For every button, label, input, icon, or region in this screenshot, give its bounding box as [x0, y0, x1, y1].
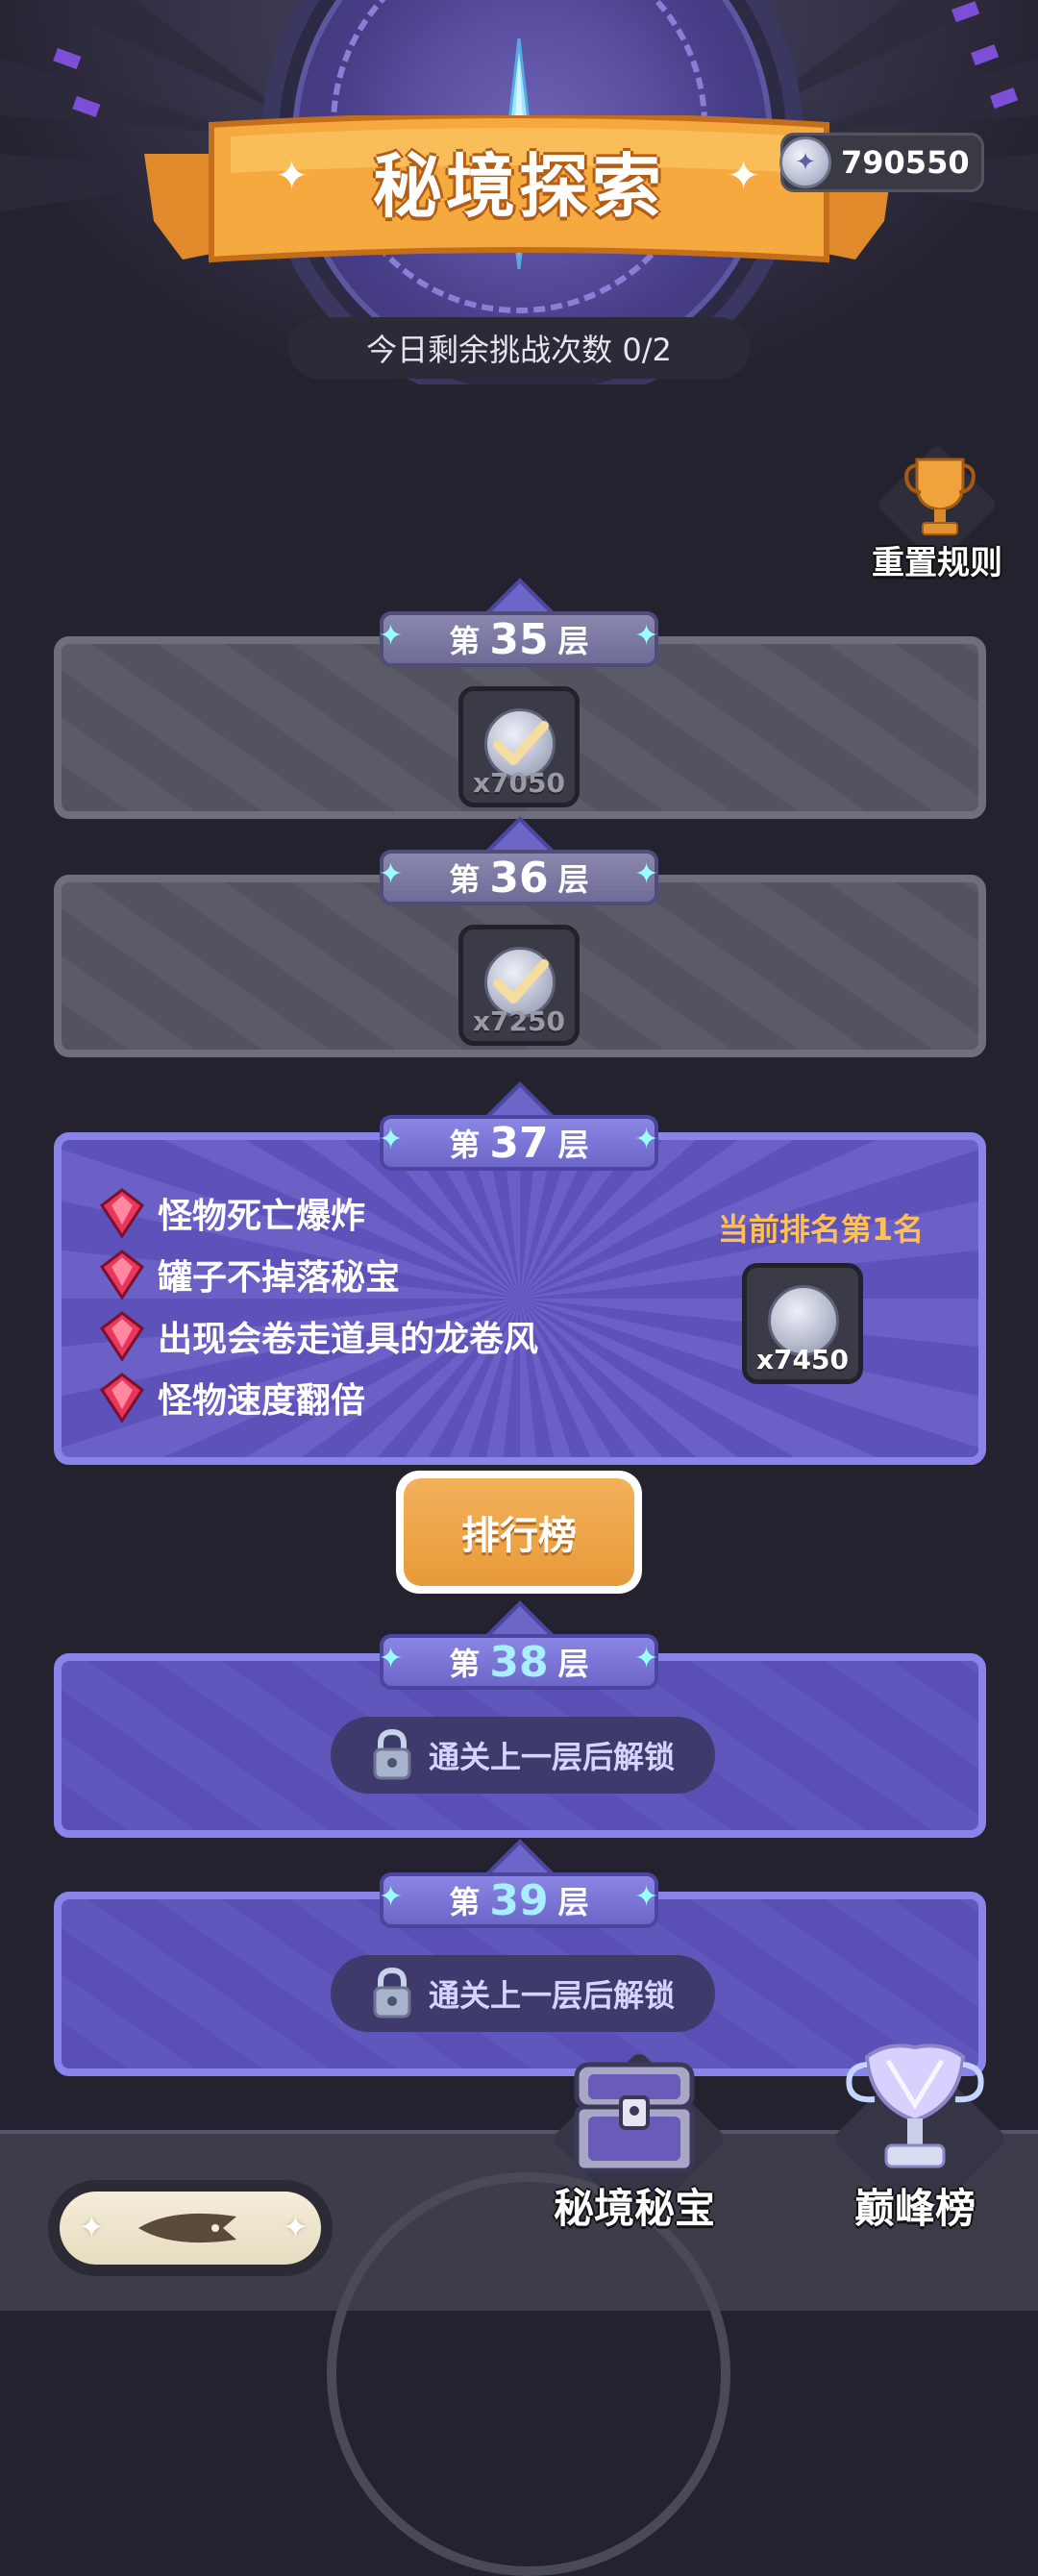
reward-quantity: x7050	[473, 767, 565, 799]
modifier-item: 罐子不掉落秘宝	[100, 1250, 400, 1300]
sparkle-icon: ✦	[634, 857, 659, 891]
reward-slot[interactable]: x7050	[458, 686, 580, 807]
floor-label-37: 第 37 层	[380, 1115, 658, 1171]
red-gem-icon	[100, 1373, 144, 1423]
sparkle-icon: ✦	[275, 152, 309, 199]
peak-leaderboard-button[interactable]: 巅峰榜	[819, 2038, 1011, 2249]
lock-icon	[373, 1967, 411, 2019]
sparkle-icon: ✦	[79, 2209, 105, 2245]
crystal-trophy-icon	[846, 2043, 984, 2168]
sparkle-icon: ✦	[634, 1642, 659, 1675]
back-button[interactable]: ✦ ✦	[48, 2180, 333, 2276]
floor-prefix: 第	[449, 1884, 481, 1920]
secret-treasure-button[interactable]: 秘境秘宝	[538, 2038, 730, 2249]
floor-suffix: 层	[557, 861, 589, 898]
lock-icon	[373, 1728, 411, 1780]
floor-number: 39	[489, 1875, 549, 1925]
floor-label-36: 第 36 层	[380, 850, 658, 905]
red-gem-icon	[100, 1311, 144, 1361]
floor-prefix: 第	[449, 1646, 481, 1682]
floor-number: 37	[489, 1118, 549, 1168]
modifier-text: 罐子不掉落秘宝	[158, 1258, 401, 1298]
sparkle-icon: ✦	[379, 1880, 404, 1914]
sparkle-icon: ✦	[379, 1642, 404, 1675]
reset-rules-button[interactable]: 重置规则	[865, 443, 1009, 586]
back-arrow-icon	[138, 2213, 236, 2243]
modifier-item: 出现会卷走道具的龙卷风	[100, 1311, 538, 1361]
sparkle-icon: ✦	[634, 619, 659, 653]
modifier-text: 怪物死亡爆炸	[158, 1197, 366, 1236]
modifier-text: 怪物速度翻倍	[158, 1381, 366, 1421]
floor-label-39: 第 39 层	[380, 1872, 658, 1928]
floor-number: 36	[489, 853, 549, 903]
currency-value: 790550	[841, 144, 970, 181]
sparkle-icon: ✦	[634, 1123, 659, 1156]
treasure-chest-icon	[574, 2062, 695, 2173]
sparkle-icon: ✦	[379, 857, 404, 891]
reward-slot[interactable]: x7450	[742, 1263, 863, 1384]
floor-prefix: 第	[449, 623, 481, 659]
sparkle-icon: ✦	[283, 2209, 309, 2245]
reward-quantity: x7250	[473, 1005, 565, 1037]
unlock-hint-text: 通关上一层后解锁	[428, 1739, 675, 1775]
remaining-attempts-text: 今日剩余挑战次数 0/2	[366, 332, 672, 368]
rules-label: 重置规则	[872, 544, 1002, 582]
sparkle-icon: ✦	[379, 1123, 404, 1156]
red-gem-icon	[100, 1188, 144, 1238]
current-rank: 当前排名第1名	[717, 1211, 925, 1248]
sparkle-icon: ✦	[634, 1880, 659, 1914]
unlock-hint: 通关上一层后解锁	[331, 1717, 715, 1794]
remaining-attempts: 今日剩余挑战次数 0/2	[288, 317, 750, 379]
leaderboard-button-label: 排行榜	[404, 1478, 634, 1586]
red-gem-icon	[100, 1250, 144, 1300]
floor-suffix: 层	[557, 1127, 589, 1163]
floor-prefix: 第	[449, 861, 481, 898]
floor-card-37[interactable]: 怪物死亡爆炸 罐子不掉落秘宝 出现会卷走道具的龙卷风 怪物速度翻倍 当前排名第1…	[54, 1132, 986, 1465]
modifier-text: 出现会卷走道具的龙卷风	[158, 1320, 539, 1359]
floor-number: 38	[489, 1637, 549, 1687]
leaderboard-button[interactable]: 排行榜	[396, 1471, 642, 1594]
back-button-face: ✦ ✦	[60, 2192, 321, 2265]
floor-number: 35	[489, 614, 549, 664]
floor-label-35: 第 35 层	[380, 611, 658, 667]
floor-suffix: 层	[557, 1884, 589, 1920]
sparkle-icon: ✦	[379, 619, 404, 653]
peak-leaderboard-label: 巅峰榜	[853, 2185, 976, 2232]
secret-treasure-label: 秘境秘宝	[553, 2185, 715, 2232]
floor-prefix: 第	[449, 1127, 481, 1163]
reward-quantity: x7450	[756, 1344, 849, 1375]
sparkle-icon: ✦	[727, 152, 761, 199]
unlock-hint: 通关上一层后解锁	[331, 1955, 715, 2032]
trophy-icon	[904, 458, 976, 535]
silver-coin-icon: ✦	[779, 136, 831, 188]
currency-display[interactable]: ✦ 790550	[779, 133, 984, 192]
floor-label-38: 第 38 层	[380, 1634, 658, 1690]
floor-suffix: 层	[557, 623, 589, 659]
reward-slot[interactable]: x7250	[458, 925, 580, 1046]
modifier-item: 怪物死亡爆炸	[100, 1188, 365, 1238]
unlock-hint-text: 通关上一层后解锁	[428, 1977, 675, 2014]
modifier-item: 怪物速度翻倍	[100, 1373, 365, 1423]
floor-suffix: 层	[557, 1646, 589, 1682]
